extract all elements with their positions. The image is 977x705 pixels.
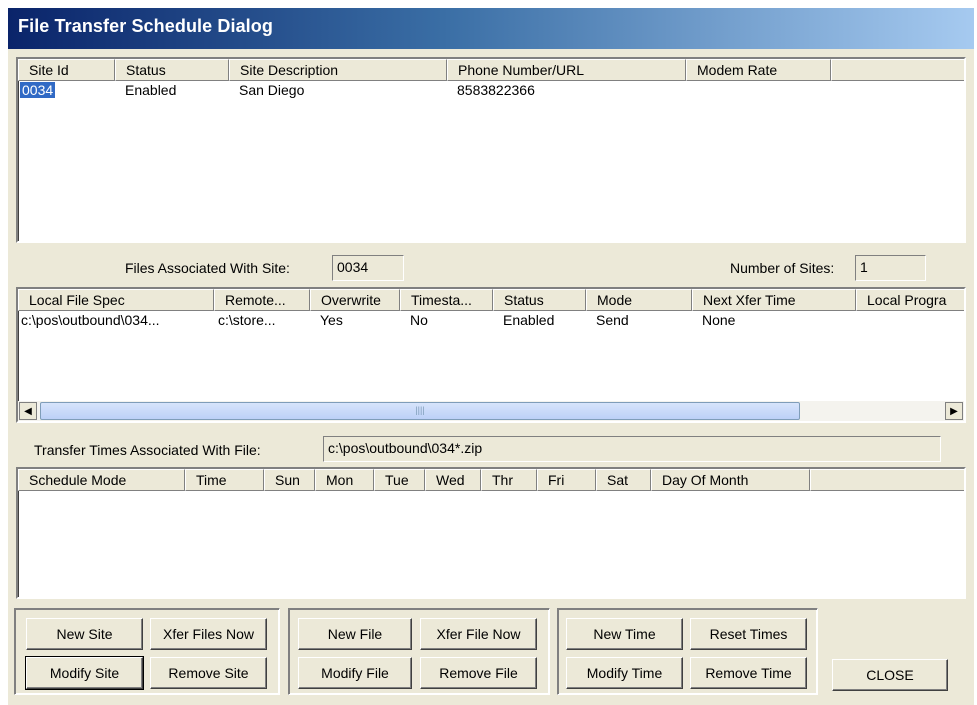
site-id-cell: 0034 — [20, 82, 56, 98]
file-overwrite-cell: Yes — [320, 312, 343, 328]
selected-site-id: 0034 — [20, 82, 56, 98]
col-sat[interactable]: Sat — [596, 469, 651, 491]
new-time-button[interactable]: New Time — [566, 618, 683, 650]
col-sun[interactable]: Sun — [264, 469, 315, 491]
col-schedule-mode[interactable]: Schedule Mode — [18, 469, 185, 491]
num-sites-label: Number of Sites: — [730, 260, 835, 276]
num-sites-field: 1 — [855, 255, 926, 281]
col-status[interactable]: Status — [115, 59, 229, 81]
files-header: Local File Spec Remote... Overwrite Time… — [18, 289, 964, 311]
col-empty — [831, 59, 964, 81]
col-site-description[interactable]: Site Description — [229, 59, 447, 81]
table-row[interactable]: 0034 Enabled San Diego 8583822366 — [18, 81, 964, 101]
times-assoc-field: c:\pos\outbound\034*.zip — [323, 436, 941, 462]
dialog-client: Site Id Status Site Description Phone Nu… — [8, 49, 974, 705]
files-assoc-label: Files Associated With Site: — [125, 260, 290, 276]
col-modem-rate[interactable]: Modem Rate — [686, 59, 831, 81]
file-timestamp-cell: No — [410, 312, 428, 328]
dialog-window: File Transfer Schedule Dialog Site Id St… — [0, 0, 977, 705]
remove-site-button[interactable]: Remove Site — [150, 657, 267, 689]
modify-time-button[interactable]: Modify Time — [566, 657, 683, 689]
grip-icon: |||| — [415, 405, 425, 415]
site-description-cell: San Diego — [239, 82, 305, 98]
file-next-cell: None — [702, 312, 736, 328]
scroll-thumb[interactable]: |||| — [40, 402, 800, 420]
modify-site-button[interactable]: Modify Site — [25, 656, 144, 690]
files-hscrollbar[interactable]: ◀ |||| ▶ — [18, 401, 964, 421]
close-button[interactable]: CLOSE — [832, 659, 948, 691]
times-header: Schedule Mode Time Sun Mon Tue Wed Thr F… — [18, 469, 964, 491]
sites-header: Site Id Status Site Description Phone Nu… — [18, 59, 964, 81]
col-site-id[interactable]: Site Id — [18, 59, 115, 81]
file-mode-cell: Send — [596, 312, 629, 328]
col-fri[interactable]: Fri — [537, 469, 596, 491]
file-status-cell: Enabled — [503, 312, 555, 328]
site-phone-cell: 8583822366 — [457, 82, 535, 98]
col-mode[interactable]: Mode — [586, 289, 692, 311]
col-tue[interactable]: Tue — [374, 469, 425, 491]
col-local-program[interactable]: Local Progra — [856, 289, 964, 311]
col-timestamp[interactable]: Timesta... — [400, 289, 493, 311]
files-assoc-field: 0034 — [332, 255, 404, 281]
reset-times-button[interactable]: Reset Times — [690, 618, 807, 650]
xfer-files-now-button[interactable]: Xfer Files Now — [150, 618, 267, 650]
col-overwrite[interactable]: Overwrite — [310, 289, 400, 311]
times-assoc-label: Transfer Times Associated With File: — [34, 442, 261, 458]
table-row[interactable]: c:\pos\outbound\034... c:\store... Yes N… — [18, 311, 964, 331]
remove-time-button[interactable]: Remove Time — [690, 657, 807, 689]
files-list[interactable]: Local File Spec Remote... Overwrite Time… — [16, 287, 966, 423]
remove-file-button[interactable]: Remove File — [420, 657, 537, 689]
col-day-of-month[interactable]: Day Of Month — [651, 469, 810, 491]
col-remote[interactable]: Remote... — [214, 289, 310, 311]
col-file-status[interactable]: Status — [493, 289, 586, 311]
new-site-button[interactable]: New Site — [26, 618, 143, 650]
col-next-xfer-time[interactable]: Next Xfer Time — [692, 289, 856, 311]
window-title: File Transfer Schedule Dialog — [18, 16, 273, 36]
col-wed[interactable]: Wed — [425, 469, 481, 491]
col-thr[interactable]: Thr — [481, 469, 537, 491]
xfer-file-now-button[interactable]: Xfer File Now — [420, 618, 537, 650]
col-local-file-spec[interactable]: Local File Spec — [18, 289, 214, 311]
title-bar[interactable]: File Transfer Schedule Dialog — [8, 8, 974, 49]
scroll-left-icon[interactable]: ◀ — [19, 402, 37, 420]
sites-list[interactable]: Site Id Status Site Description Phone Nu… — [16, 57, 966, 243]
new-file-button[interactable]: New File — [298, 618, 412, 650]
scroll-right-icon[interactable]: ▶ — [945, 402, 963, 420]
col-empty — [810, 469, 964, 491]
times-list[interactable]: Schedule Mode Time Sun Mon Tue Wed Thr F… — [16, 467, 966, 599]
modify-file-button[interactable]: Modify File — [298, 657, 412, 689]
file-local-cell: c:\pos\outbound\034... — [21, 312, 160, 328]
col-phone-url[interactable]: Phone Number/URL — [447, 59, 686, 81]
col-mon[interactable]: Mon — [315, 469, 374, 491]
file-remote-cell: c:\store... — [218, 312, 276, 328]
site-status-cell: Enabled — [125, 82, 177, 98]
col-time[interactable]: Time — [185, 469, 264, 491]
